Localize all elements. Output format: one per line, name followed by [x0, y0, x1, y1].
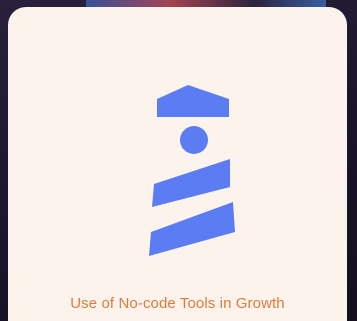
card-title: Use of No-code Tools in Growth — [70, 295, 285, 312]
lighthouse-icon — [149, 85, 235, 256]
course-card[interactable]: Use of No-code Tools in Growth — [8, 7, 347, 321]
